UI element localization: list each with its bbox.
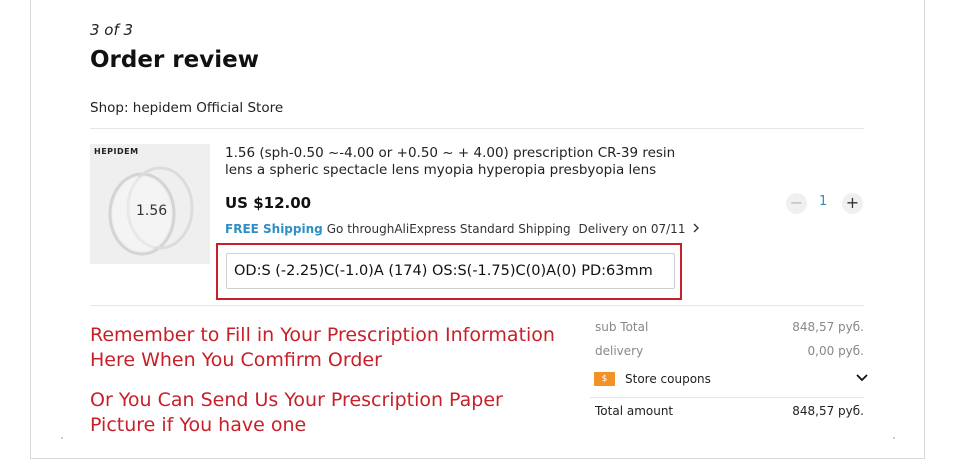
free-shipping-label: FREE Shipping — [225, 222, 323, 236]
total-amount-label: Total amount — [595, 404, 674, 418]
total-amount-value: 848,57 руб. — [792, 404, 864, 418]
store-coupons-label[interactable]: Store coupons — [625, 372, 711, 386]
panel-corner-mark — [61, 437, 63, 439]
shop-name[interactable]: Shop: hepidem Official Store — [90, 100, 283, 116]
delivery-label: delivery — [595, 344, 644, 358]
divider — [90, 305, 864, 306]
shipping-method: Go throughAliExpress Standard Shipping — [326, 222, 571, 236]
instruction-line: Or You Can Send Us Your Prescription Pap… — [90, 389, 503, 411]
chevron-down-icon[interactable] — [855, 370, 869, 390]
panel-corner-mark — [893, 437, 895, 439]
minus-icon[interactable]: − — [786, 193, 807, 214]
instruction-line: Remember to Fill in Your Prescription In… — [90, 324, 555, 346]
prescription-note-field[interactable]: OD:S (-2.25)C(-1.0)A (174) OS:S(-1.75)C(… — [226, 253, 675, 289]
product-thumbnail[interactable]: HEPIDEM 1.56 — [90, 144, 210, 264]
product-title[interactable]: 1.56 (sph-0.50 ~-4.00 or +0.50 ~ + 4.00)… — [225, 145, 695, 179]
subtotal-label: sub Total — [595, 320, 649, 334]
page-title: Order review — [90, 47, 259, 73]
divider — [90, 128, 864, 129]
thumb-index-text: 1.56 — [136, 203, 168, 219]
product-price: US $12.00 — [225, 194, 312, 212]
plus-icon[interactable]: + — [842, 193, 863, 214]
quantity-stepper: − 1 + — [786, 193, 866, 215]
shipping-info[interactable]: FREE Shipping Go throughAliExpress Standa… — [225, 222, 700, 236]
thumb-brand-text: HEPIDEM — [94, 147, 139, 156]
quantity-value[interactable]: 1 — [819, 194, 827, 209]
divider — [590, 397, 864, 398]
subtotal-value: 848,57 руб. — [792, 320, 864, 334]
page-frame-right — [924, 0, 925, 459]
delivery-value: 0,00 руб. — [807, 344, 864, 358]
instruction-line: Picture if You have one — [90, 414, 307, 436]
coupon-icon: $ — [594, 372, 615, 386]
chevron-right-icon[interactable] — [693, 222, 700, 236]
delivery-date: Delivery on 07/11 — [578, 222, 686, 236]
checkout-step: 3 of 3 — [90, 21, 134, 39]
page-frame-left — [30, 0, 31, 459]
instruction-line: Here When You Comfirm Order — [90, 349, 382, 371]
